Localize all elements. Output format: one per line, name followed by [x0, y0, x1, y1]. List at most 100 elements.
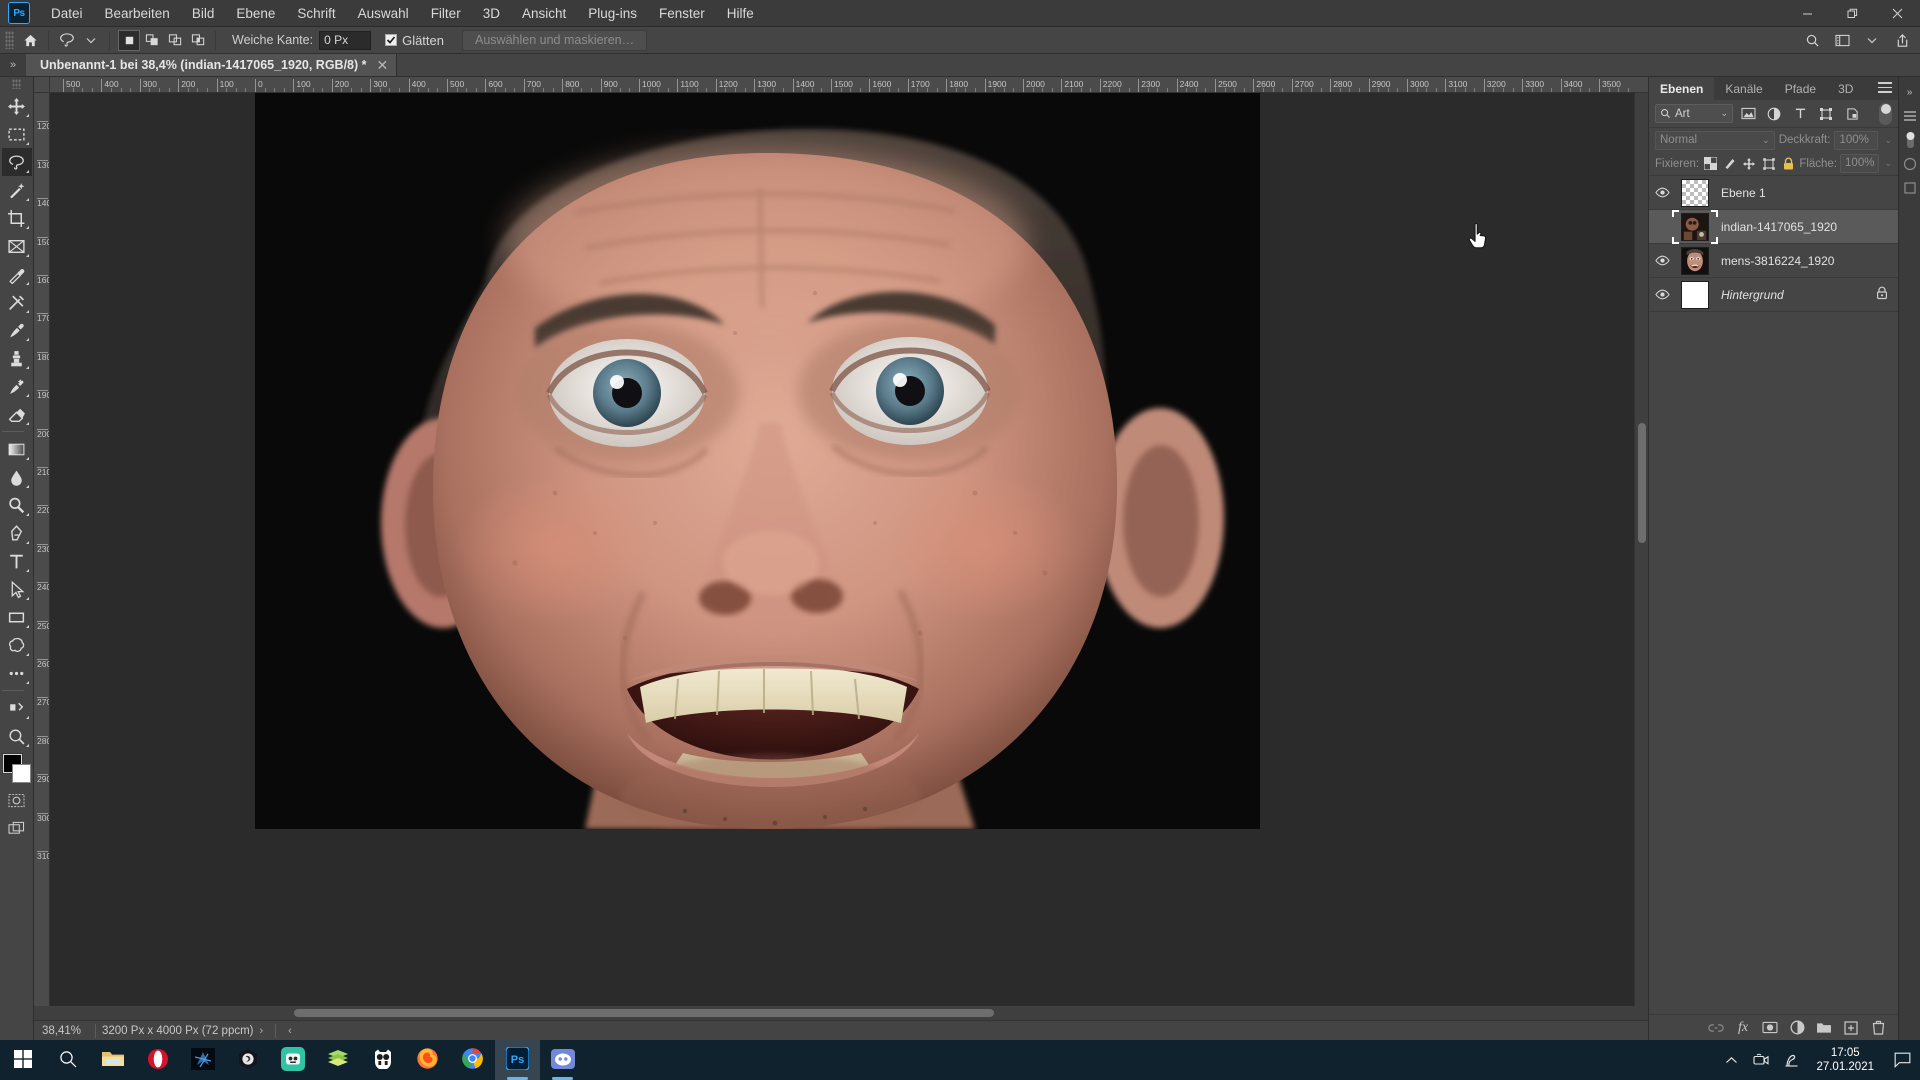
menu-item-ebene[interactable]: Ebene — [225, 2, 286, 25]
canvas-horizontal-scrollbar[interactable] — [34, 1006, 1634, 1020]
eyedropper-tool[interactable] — [2, 260, 32, 288]
color-panel-icon[interactable] — [1900, 129, 1920, 151]
opera-browser[interactable] — [135, 1040, 180, 1080]
clone-stamp-tool[interactable] — [2, 344, 32, 372]
canvas[interactable] — [50, 93, 1634, 1006]
blur-tool[interactable] — [2, 463, 32, 491]
layer-row[interactable]: Ebene 1 — [1649, 176, 1898, 210]
panel-tab-kan-le[interactable]: Kanäle — [1714, 77, 1773, 100]
layer-visibility-toggle[interactable] — [1649, 278, 1675, 312]
lock-all-icon[interactable] — [1780, 154, 1796, 173]
layer-row[interactable]: Hintergrund — [1649, 278, 1898, 312]
owl-app[interactable] — [360, 1040, 405, 1080]
search-button[interactable] — [45, 1040, 90, 1080]
menu-item-fenster[interactable]: Fenster — [648, 2, 716, 25]
quick-mask-icon[interactable] — [2, 786, 32, 814]
canvas-vertical-scrollbar[interactable] — [1634, 93, 1648, 1006]
brush-tool[interactable] — [2, 316, 32, 344]
streamlabs[interactable] — [270, 1040, 315, 1080]
blend-mode-select[interactable]: Normal ⌄ — [1655, 130, 1775, 150]
share-icon[interactable] — [1888, 29, 1916, 51]
options-bar-grip[interactable] — [5, 31, 14, 49]
hand-tool[interactable] — [2, 694, 32, 722]
screen-mode-icon[interactable] — [2, 814, 32, 842]
layer-thumbnail-cell[interactable] — [1675, 246, 1715, 275]
action-center-icon[interactable] — [1884, 1040, 1920, 1080]
home-icon[interactable] — [18, 29, 42, 51]
filter-toggle[interactable] — [1879, 102, 1892, 125]
gradient-tool[interactable] — [2, 435, 32, 463]
menu-item-bild[interactable]: Bild — [181, 2, 226, 25]
move-tool[interactable] — [2, 92, 32, 120]
background-color-swatch[interactable] — [11, 764, 31, 783]
layer-name[interactable]: indian-1417065_1920 — [1715, 220, 1898, 234]
menu-item-3d[interactable]: 3D — [472, 2, 511, 25]
close-icon[interactable]: ✕ — [377, 57, 389, 74]
layer-name[interactable]: Hintergrund — [1715, 288, 1876, 302]
workspace-icon[interactable] — [1828, 29, 1856, 51]
delete-layer-icon[interactable] — [1866, 1017, 1890, 1039]
document-tab[interactable]: Unbenannt-1 bei 38,4% (indian-1417065_19… — [26, 54, 398, 76]
panel-tab-3d[interactable]: 3D — [1827, 77, 1864, 100]
antialias-checkbox[interactable]: Glätten — [385, 33, 444, 48]
panel-tab-pfade[interactable]: Pfade — [1774, 77, 1827, 100]
layer-style-fx-icon[interactable]: fx — [1731, 1017, 1755, 1039]
lasso-tool[interactable] — [1, 148, 32, 176]
opacity-stepper-chevron-down-icon[interactable]: ⌄ — [1884, 135, 1892, 146]
lock-position-icon[interactable] — [1741, 154, 1757, 173]
healing-brush-tool[interactable] — [2, 288, 32, 316]
minimize-button[interactable] — [1785, 0, 1830, 27]
collapse-panels-icon[interactable]: » — [1900, 81, 1920, 103]
shape-filter-icon[interactable] — [1815, 104, 1837, 124]
link-layers-icon[interactable] — [1704, 1017, 1728, 1039]
chevron-up-icon[interactable] — [1716, 1040, 1746, 1080]
discord[interactable] — [540, 1040, 585, 1080]
select-and-mask-button[interactable]: Auswählen und maskieren… — [462, 29, 648, 51]
type-filter-icon[interactable] — [1789, 104, 1811, 124]
panel-menu-icon[interactable] — [1878, 82, 1892, 96]
layer-visibility-toggle[interactable] — [1649, 210, 1675, 244]
panel-menu-icon[interactable] — [1900, 105, 1920, 127]
magic-wand-tool[interactable] — [2, 176, 32, 204]
photoshop[interactable]: Ps — [495, 1040, 540, 1080]
panel-tab-ebenen[interactable]: Ebenen — [1649, 77, 1715, 100]
layer-thumbnail-cell[interactable] — [1675, 280, 1715, 309]
layer-visibility-toggle[interactable] — [1649, 244, 1675, 278]
add-to-selection-button[interactable] — [141, 30, 163, 51]
layer-thumbnail-cell[interactable] — [1672, 209, 1718, 244]
eraser-tool[interactable] — [2, 400, 32, 428]
zoom-level[interactable]: 38,41% — [34, 1025, 89, 1037]
camera-icon[interactable] — [1746, 1040, 1776, 1080]
fill-input[interactable]: 100% — [1840, 154, 1880, 173]
google-chrome[interactable] — [450, 1040, 495, 1080]
scrollbar-thumb[interactable] — [1638, 423, 1646, 543]
add-mask-icon[interactable] — [1758, 1017, 1782, 1039]
crop-tool[interactable] — [2, 204, 32, 232]
blue-app[interactable] — [180, 1040, 225, 1080]
pen-icon[interactable] — [1776, 1040, 1806, 1080]
menu-item-filter[interactable]: Filter — [420, 2, 472, 25]
vertical-ruler[interactable]: 1100120013001400150016001700180019002000… — [34, 93, 50, 1006]
adjustments-panel-icon[interactable] — [1900, 153, 1920, 175]
zoom-tool[interactable] — [2, 722, 32, 750]
tool-preset-chevron-down-icon[interactable] — [79, 29, 103, 51]
pixel-filter-icon[interactable] — [1737, 104, 1759, 124]
rectangular-marquee-tool[interactable] — [2, 120, 32, 148]
more-tools[interactable] — [2, 659, 32, 687]
filter-kind-select[interactable]: Art ⌄ — [1655, 104, 1733, 123]
layer-row[interactable]: indian-1417065_1920 — [1649, 209, 1898, 244]
green-book-app[interactable] — [315, 1040, 360, 1080]
new-group-icon[interactable] — [1812, 1017, 1836, 1039]
layer-list[interactable]: Ebene 1 indian-1417065_1920 mens-3816224_1… — [1649, 176, 1898, 1014]
opacity-input[interactable]: 100% — [1834, 130, 1879, 150]
layer-row[interactable]: mens-3816224_1920 — [1649, 244, 1898, 278]
menu-item-plug-ins[interactable]: Plug-ins — [577, 2, 648, 25]
layer-thumbnail-cell[interactable] — [1675, 178, 1715, 207]
new-selection-button[interactable] — [118, 29, 140, 51]
hearthstone[interactable] — [225, 1040, 270, 1080]
layer-visibility-toggle[interactable] — [1649, 176, 1675, 210]
toolbox-grip[interactable] — [12, 79, 21, 89]
lock-transparent-icon[interactable] — [1702, 154, 1718, 173]
path-selection-tool[interactable] — [2, 575, 32, 603]
workspace-chevron-down-icon[interactable] — [1858, 29, 1886, 51]
